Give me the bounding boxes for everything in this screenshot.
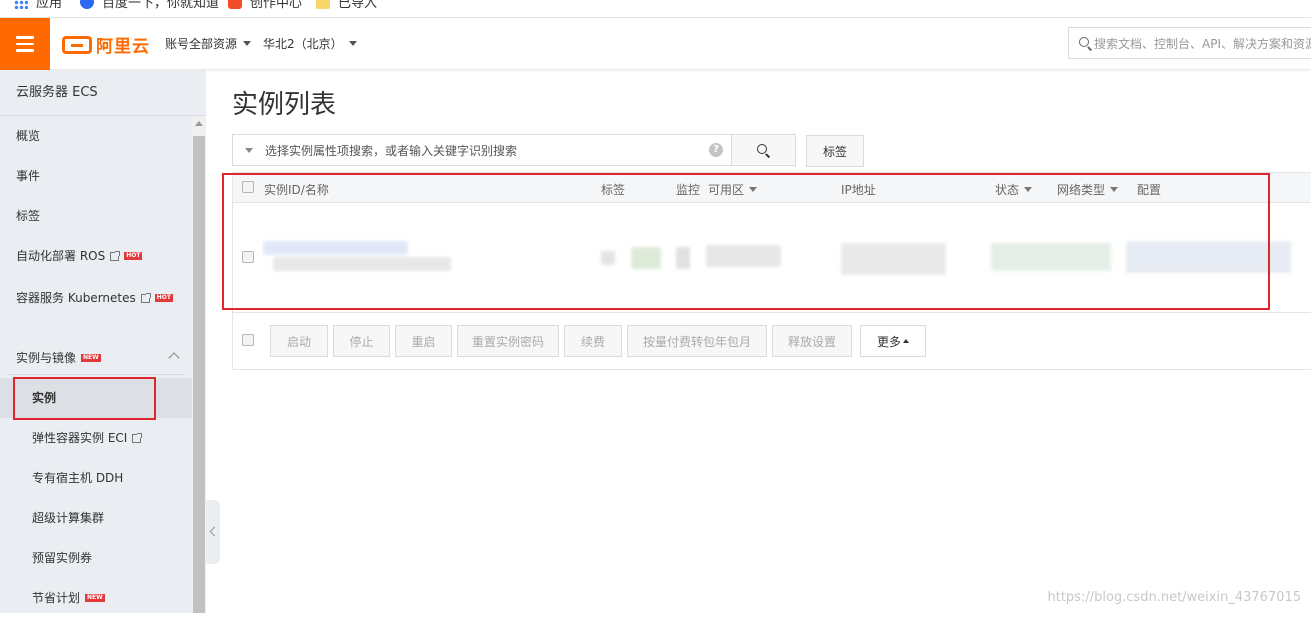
more-actions-button[interactable]: 更多	[860, 325, 926, 357]
brand-name: 阿里云	[96, 32, 150, 57]
page-title: 实例列表	[232, 84, 336, 121]
sidebar-item-savings-plan[interactable]: 节省计划 NEW	[0, 578, 192, 618]
row-checkbox[interactable]	[242, 251, 254, 263]
column-network-type[interactable]: 网络类型	[1057, 181, 1118, 198]
batch-action-bar: 启动 停止 重启 重置实例密码 续费 按量付费转包年包月 释放设置 更多	[233, 313, 1311, 370]
tag-filter-button[interactable]: 标签	[806, 135, 864, 167]
top-navigation-bar: 阿里云 账号全部资源 华北2（北京） 搜索文档、控制台、API、解决方案和资源	[0, 18, 1311, 70]
instance-filter-input[interactable]: 选择实例属性项搜索，或者输入关键字识别搜索 ?	[232, 134, 732, 166]
redacted-status	[991, 243, 1111, 271]
caret-down-icon	[1110, 187, 1118, 192]
sidebar-item-events[interactable]: 事件	[0, 156, 192, 196]
sidebar-collapse-toggle[interactable]	[206, 500, 220, 564]
sidebar-item-overview[interactable]: 概览	[0, 116, 192, 156]
column-status[interactable]: 状态	[995, 181, 1032, 198]
batch-select-checkbox[interactable]	[242, 334, 254, 346]
redacted-ip-address	[841, 243, 946, 275]
convert-billing-button[interactable]: 按量付费转包年包月	[627, 325, 767, 357]
redacted-monitor-icon	[676, 247, 690, 269]
redacted-zone	[706, 245, 781, 267]
column-configuration: 配置	[1137, 181, 1161, 198]
sidebar-item-kubernetes[interactable]: 容器服务 Kubernetes HOT	[0, 278, 192, 318]
caret-down-icon	[749, 187, 757, 192]
column-monitoring: 监控	[676, 181, 700, 198]
global-search-input[interactable]: 搜索文档、控制台、API、解决方案和资源	[1068, 27, 1311, 59]
folder-icon	[316, 0, 330, 9]
menu-bar-icon	[16, 43, 34, 46]
redacted-tag	[601, 251, 615, 265]
sidebar-group-instances-images[interactable]: 实例与镜像 NEW	[0, 338, 192, 378]
caret-down-icon	[349, 41, 357, 46]
sidebar-title: 云服务器 ECS	[0, 70, 206, 116]
redacted-instance-id	[263, 241, 408, 255]
stop-button[interactable]: 停止	[333, 325, 390, 357]
chevron-up-icon	[168, 352, 179, 363]
sidebar-item-supercomputing-cluster[interactable]: 超级计算集群	[0, 498, 192, 538]
search-icon	[1079, 37, 1086, 50]
reset-password-button[interactable]: 重置实例密码	[457, 325, 559, 357]
release-settings-button[interactable]: 释放设置	[772, 325, 852, 357]
column-zone[interactable]: 可用区	[708, 181, 757, 198]
instance-table: 实例ID/名称 标签 监控 可用区 IP地址 状态 网络类型 配置 启动 停止 …	[232, 172, 1311, 370]
caret-up-icon	[903, 339, 909, 343]
start-button[interactable]: 启动	[270, 325, 328, 357]
region-dropdown[interactable]: 华北2（北京）	[263, 35, 357, 52]
bookmarks-bar: 应用 百度一下，你就知道 创作中心 已导入	[0, 0, 1311, 18]
apps-grid-icon	[14, 0, 28, 9]
menu-bar-icon	[16, 49, 34, 52]
sidebar-item-ros[interactable]: 自动化部署 ROS HOT	[0, 236, 192, 276]
caret-down-icon[interactable]	[245, 148, 253, 153]
column-tags: 标签	[601, 181, 625, 198]
sidebar-scrollbar[interactable]	[192, 116, 206, 613]
search-button[interactable]	[732, 134, 796, 166]
external-link-icon	[110, 252, 119, 261]
sidebar-item-reserved-instances[interactable]: 预留实例券	[0, 538, 192, 578]
scrollbar-thumb[interactable]	[193, 136, 205, 613]
hot-badge: HOT	[124, 252, 142, 260]
watermark: https://blog.csdn.net/weixin_43767015	[1047, 590, 1301, 605]
search-icon	[757, 144, 770, 157]
baidu-paw-icon	[80, 0, 94, 9]
caret-down-icon	[243, 41, 251, 46]
sidebar-item-tags[interactable]: 标签	[0, 196, 192, 236]
redacted-monitor[interactable]	[631, 247, 661, 269]
new-badge: NEW	[81, 354, 101, 362]
hot-badge: HOT	[155, 294, 173, 302]
new-badge: NEW	[85, 594, 105, 602]
bookmark-imported[interactable]: 已导入	[316, 0, 377, 11]
sidebar-item-instances[interactable]: 实例	[0, 378, 192, 418]
help-icon[interactable]: ?	[709, 143, 723, 157]
sidebar-item-eci[interactable]: 弹性容器实例 ECI	[0, 418, 192, 458]
sidebar: 云服务器 ECS 概览 事件 标签 自动化部署 ROS HOT 容器服务 Kub…	[0, 70, 206, 613]
table-header: 实例ID/名称 标签 监控 可用区 IP地址 状态 网络类型 配置	[233, 173, 1311, 203]
aliyun-logo[interactable]: 阿里云	[62, 32, 150, 57]
redacted-configuration	[1126, 241, 1291, 273]
restart-button[interactable]: 重启	[395, 325, 452, 357]
csdn-c-icon	[228, 0, 242, 9]
menu-bar-icon	[16, 36, 34, 39]
table-row[interactable]	[233, 203, 1311, 313]
account-scope-dropdown[interactable]: 账号全部资源	[165, 35, 251, 52]
bookmark-creation-center[interactable]: 创作中心	[228, 0, 302, 11]
select-all-checkbox[interactable]	[242, 181, 254, 193]
hamburger-menu-button[interactable]	[0, 18, 50, 70]
renew-button[interactable]: 续费	[564, 325, 622, 357]
external-link-icon	[141, 294, 150, 303]
bookmark-baidu[interactable]: 百度一下，你就知道	[80, 0, 219, 11]
column-ip-address: IP地址	[841, 181, 876, 198]
aliyun-logo-icon	[62, 36, 92, 54]
scroll-up-arrow-icon[interactable]	[195, 121, 203, 126]
sidebar-item-ddh[interactable]: 专有宿主机 DDH	[0, 458, 192, 498]
redacted-instance-name[interactable]	[273, 257, 451, 271]
bookmark-apps[interactable]: 应用	[14, 0, 62, 11]
caret-down-icon	[1024, 187, 1032, 192]
external-link-icon	[132, 434, 141, 443]
column-instance-id: 实例ID/名称	[264, 181, 329, 198]
